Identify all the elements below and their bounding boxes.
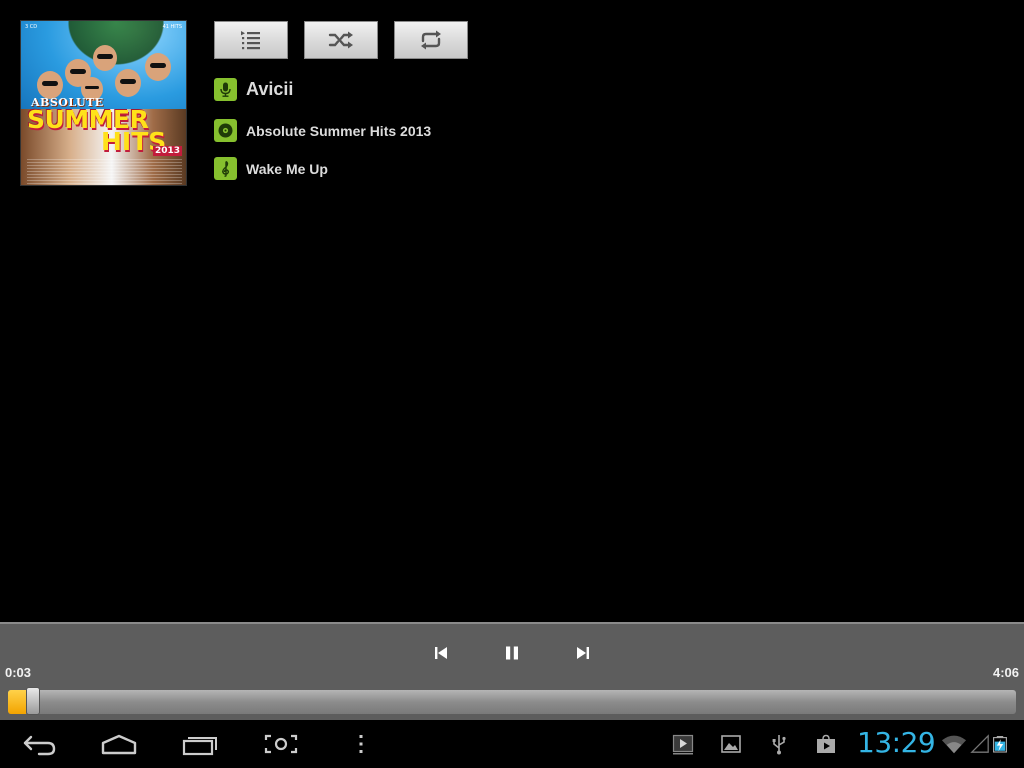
usb-icon[interactable]	[767, 732, 791, 756]
battery-charging-icon[interactable]	[990, 732, 1010, 756]
signal-strength-icon[interactable]	[968, 732, 992, 756]
home-icon	[101, 734, 137, 755]
progress-fill	[8, 690, 27, 714]
queue-button[interactable]	[214, 21, 288, 59]
back-button[interactable]	[20, 730, 60, 758]
album-art: 3 CD 41 HITS ABSOLUTE SUMMER HITS 2013	[20, 20, 187, 186]
progress-thumb[interactable]	[26, 687, 41, 715]
recent-apps-icon	[182, 737, 217, 756]
next-button[interactable]	[570, 640, 596, 666]
elapsed-time: 0:03	[5, 665, 32, 680]
album-disc-icon	[214, 119, 237, 142]
wifi-icon[interactable]	[940, 732, 968, 756]
system-bar: 13:29	[0, 720, 1024, 768]
screenshot-icon	[264, 734, 298, 754]
shuffle-icon	[328, 31, 353, 49]
album-row: Absolute Summer Hits 2013	[214, 119, 431, 142]
album-art-face	[93, 45, 117, 71]
queue-list-icon	[241, 31, 260, 50]
song-row: Wake Me Up	[214, 157, 328, 180]
status-clock[interactable]: 13:29	[857, 726, 936, 759]
skip-previous-icon	[435, 647, 447, 659]
recent-apps-button[interactable]	[180, 730, 220, 758]
overflow-menu-icon	[359, 735, 363, 753]
microphone-icon	[214, 78, 237, 101]
album-art-face	[145, 53, 171, 81]
pause-button[interactable]	[499, 640, 525, 666]
album-art-year: 2013	[153, 146, 183, 156]
playback-panel: 0:03 4:06	[0, 622, 1024, 720]
store-bag-icon[interactable]	[814, 732, 838, 756]
gallery-notification-icon[interactable]	[719, 732, 743, 756]
artist-name: Avicii	[246, 79, 294, 99]
overflow-menu-button[interactable]	[341, 730, 381, 758]
treble-clef-icon	[214, 157, 237, 180]
album-art-face	[115, 69, 141, 97]
media-play-notification-icon[interactable]	[671, 732, 695, 756]
skip-next-icon	[577, 647, 589, 659]
album-art-hits-count: 41 HITS	[162, 24, 182, 30]
previous-button[interactable]	[428, 640, 454, 666]
screenshot-button[interactable]	[261, 730, 301, 758]
song-title: Wake Me Up	[246, 160, 328, 177]
album-art-face	[37, 71, 63, 99]
album-art-cd-count: 3 CD	[25, 24, 38, 30]
pause-icon	[506, 646, 518, 660]
album-art-tracklist	[27, 159, 182, 185]
repeat-button[interactable]	[394, 21, 468, 59]
album-name: Absolute Summer Hits 2013	[246, 122, 432, 139]
artist-row: Avicii	[214, 78, 293, 101]
total-time: 4:06	[992, 665, 1019, 680]
progress-bar[interactable]	[8, 690, 1016, 714]
home-button[interactable]	[99, 730, 139, 758]
back-arrow-icon	[23, 735, 56, 756]
shuffle-button[interactable]	[304, 21, 378, 59]
repeat-icon	[421, 30, 441, 50]
